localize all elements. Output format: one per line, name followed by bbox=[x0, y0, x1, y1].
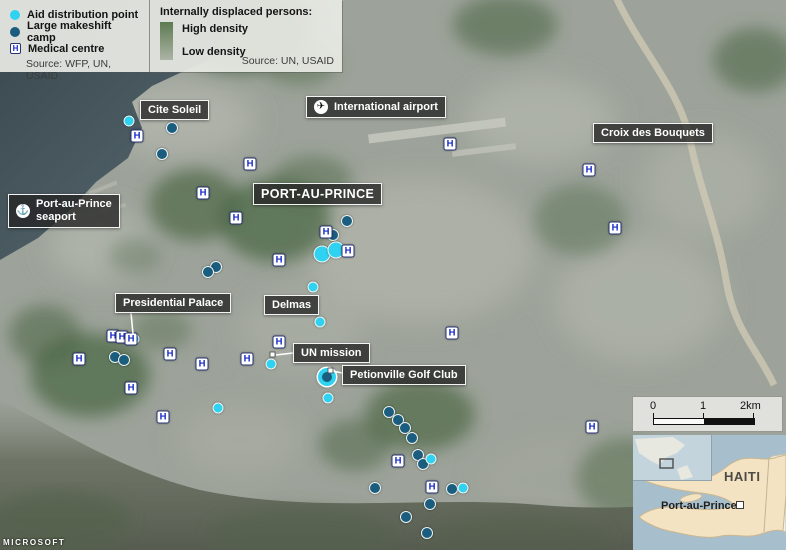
label-text: Port-au-Prince seaport bbox=[36, 198, 112, 223]
legend-source-density: Source: UN, USAID bbox=[241, 55, 334, 67]
label-text: Delmas bbox=[272, 299, 312, 311]
legend-source-markers: Source: WFP, UN, USAID bbox=[26, 58, 111, 82]
legend-density-panel: Internally displaced persons: High densi… bbox=[150, 0, 342, 72]
label-port-au-prince: PORT-AU-PRINCE bbox=[253, 183, 383, 205]
legend-row-camp: Large makeshift camp bbox=[10, 20, 141, 44]
legend-label-camp: Large makeshift camp bbox=[27, 19, 112, 44]
label-text: UN mission bbox=[301, 347, 362, 359]
label-cite-soleil: Cite Soleil bbox=[140, 100, 210, 120]
density-low-label: Low density bbox=[182, 46, 246, 58]
label-text: Presidential Palace bbox=[123, 297, 224, 309]
inset-city-label: Port-au-Prince bbox=[661, 500, 737, 512]
anchor-icon: ⚓ bbox=[16, 204, 30, 218]
haiti-aid-map: HHHHHHHHHHHHHHHHHHHHHHHH Cite Soleil ✈ Int… bbox=[0, 0, 786, 550]
scale-label-1: 1 bbox=[700, 400, 707, 412]
inset-country-label: HAITI bbox=[724, 469, 761, 484]
density-title: Internally displaced persons: bbox=[160, 6, 313, 18]
inset-locator-map: HAITI Port-au-Prince bbox=[633, 435, 786, 550]
scale-label-0: 0 bbox=[650, 400, 657, 412]
label-croix-des-bouquets: Croix des Bouquets bbox=[593, 123, 713, 143]
density-gradient-swatch bbox=[160, 22, 173, 60]
camp-legend-icon bbox=[10, 26, 20, 37]
legend: Aid distribution point Large makeshift c… bbox=[0, 0, 342, 82]
inset-city-marker bbox=[736, 501, 744, 509]
label-port-au-prince-seaport: ⚓ Port-au-Prince seaport bbox=[8, 194, 120, 228]
legend-markers-panel: Aid distribution point Large makeshift c… bbox=[0, 0, 150, 82]
label-text: Petionville Golf Club bbox=[350, 369, 458, 381]
label-presidential-palace: Presidential Palace bbox=[115, 293, 232, 313]
label-international-airport: ✈ International airport bbox=[306, 96, 446, 118]
label-text: Croix des Bouquets bbox=[601, 127, 705, 139]
legend-label-medical: Medical centre bbox=[28, 42, 105, 55]
label-text: International airport bbox=[334, 101, 438, 113]
map-attribution: MICROSOFT bbox=[3, 538, 66, 547]
airplane-icon: ✈ bbox=[314, 100, 328, 114]
scale-bar: 0 1 2km bbox=[633, 397, 782, 431]
inset-world-minimap bbox=[633, 435, 712, 481]
label-text: Cite Soleil bbox=[148, 104, 202, 116]
label-petionville-golf-club: Petionville Golf Club bbox=[342, 365, 466, 385]
aid-point-legend-icon bbox=[10, 9, 20, 20]
medical-centre-legend-icon: H bbox=[10, 43, 21, 54]
label-un-mission: UN mission bbox=[293, 343, 370, 363]
scale-bar-rule bbox=[653, 418, 755, 425]
density-high-label: High density bbox=[182, 23, 249, 35]
label-text: PORT-AU-PRINCE bbox=[261, 187, 375, 201]
scale-label-2km: 2km bbox=[740, 400, 761, 412]
label-delmas: Delmas bbox=[264, 295, 320, 315]
